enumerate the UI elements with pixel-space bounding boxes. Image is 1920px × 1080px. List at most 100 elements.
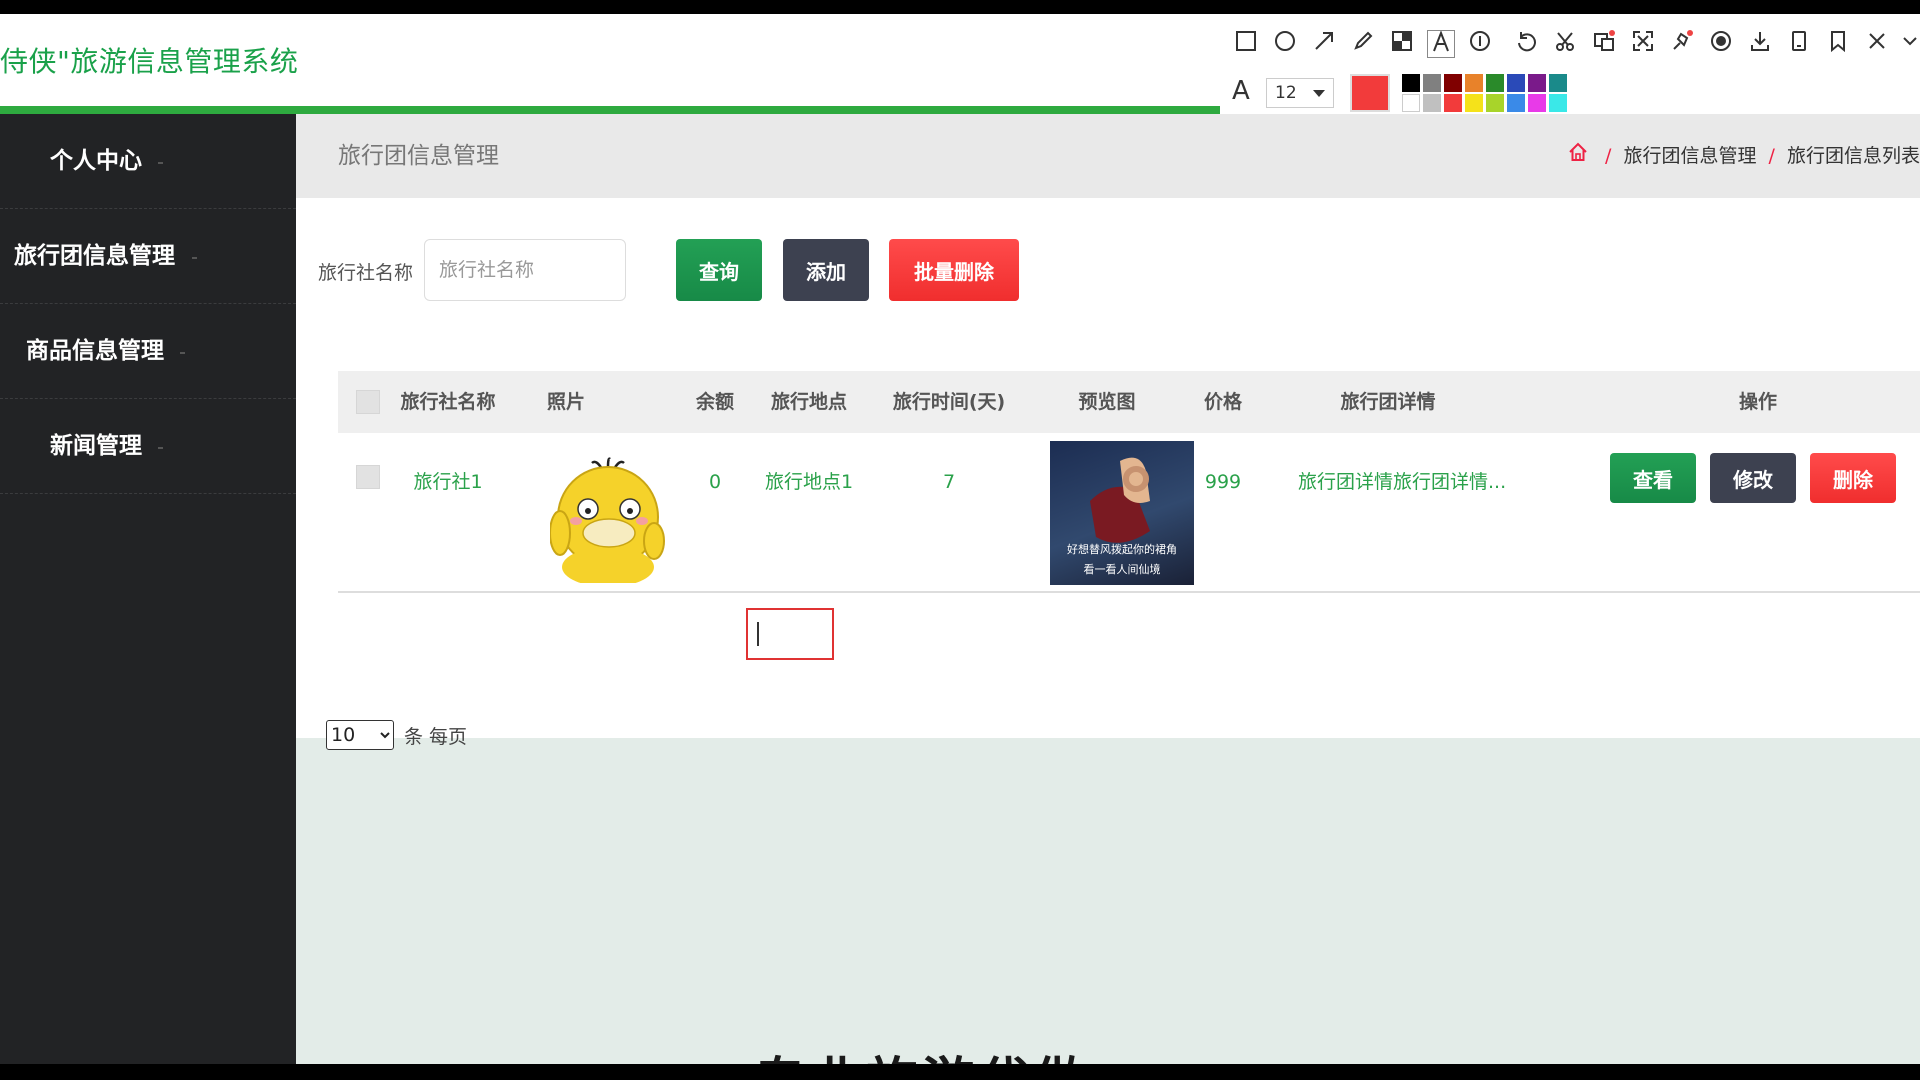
- color-swatch[interactable]: [1465, 74, 1483, 92]
- font-size-icon: A: [1232, 76, 1250, 106]
- color-swatch[interactable]: [1486, 74, 1504, 92]
- color-swatch[interactable]: [1549, 94, 1567, 112]
- row-checkbox[interactable]: [356, 465, 380, 489]
- table-header: 旅行社名称 照片 余额 旅行地点 旅行时间(天) 预览图 价格 旅行团详情 操作: [338, 371, 1920, 433]
- sidebar-item-label: 商品信息管理: [26, 338, 164, 364]
- days-value: 7: [942, 471, 956, 493]
- mosaic-tool-icon[interactable]: [1388, 30, 1416, 58]
- rectangle-tool-icon[interactable]: [1232, 30, 1260, 58]
- chevron-down-icon: [1313, 90, 1325, 97]
- details-value: 旅行团详情旅行团详情...: [1298, 471, 1507, 493]
- color-swatch[interactable]: [1507, 94, 1525, 112]
- pin-icon[interactable]: [1668, 30, 1696, 58]
- screenshot-toolbar: A 12: [1220, 14, 1920, 114]
- location-value: 旅行地点1: [764, 471, 854, 493]
- color-swatch[interactable]: [1528, 74, 1546, 92]
- color-swatch[interactable]: [1549, 74, 1567, 92]
- bookmark-icon[interactable]: [1824, 30, 1852, 58]
- page-title: 旅行团信息管理: [338, 143, 499, 169]
- batch-delete-button[interactable]: 批量删除: [889, 239, 1019, 301]
- column-header: 旅行时间(天): [892, 391, 1006, 413]
- column-header: 旅行社名称: [400, 391, 496, 413]
- page-size-select[interactable]: 10: [326, 720, 394, 750]
- color-swatch[interactable]: [1444, 94, 1462, 112]
- agency-name[interactable]: 旅行社1: [388, 469, 508, 495]
- select-all-checkbox[interactable]: [356, 390, 380, 414]
- add-button[interactable]: 添加: [783, 239, 869, 301]
- column-header: 旅行地点: [770, 391, 847, 413]
- preview-image: 好想替风拨起你的裙角 看一看人间仙境: [1050, 441, 1194, 585]
- sidebar-item-label: 旅行团信息管理: [14, 243, 175, 269]
- sidebar-item-personal-center[interactable]: 个人中心: [0, 114, 296, 209]
- column-header: 预览图: [1078, 391, 1136, 413]
- breadcrumb-separator: /: [1605, 145, 1612, 167]
- preview-caption: 好想替风拨起你的裙角: [1067, 543, 1177, 556]
- phone-icon[interactable]: [1785, 30, 1813, 58]
- annotation-text-box[interactable]: [746, 608, 834, 660]
- sidebar-item-goods-management[interactable]: 商品信息管理: [0, 304, 296, 399]
- color-swatch[interactable]: [1507, 74, 1525, 92]
- record-icon[interactable]: [1707, 30, 1735, 58]
- translate-icon[interactable]: [1590, 30, 1618, 58]
- app-title: 侍侠"旅游信息管理系统: [0, 45, 299, 78]
- close-icon[interactable]: [1863, 30, 1891, 58]
- sidebar-item-news-management[interactable]: 新闻管理: [0, 399, 296, 494]
- color-swatch[interactable]: [1402, 74, 1420, 92]
- arrow-tool-icon[interactable]: [1310, 30, 1338, 58]
- menu-indicator-icon: [192, 257, 197, 259]
- query-button[interactable]: 查询: [676, 239, 762, 301]
- column-header: 余额: [695, 391, 734, 413]
- top-letterbox: [0, 0, 1920, 14]
- sidebar-item-label: 个人中心: [50, 148, 142, 174]
- download-icon[interactable]: [1746, 30, 1774, 58]
- breadcrumb: / 旅行团信息管理 / 旅行团信息列表: [1567, 114, 1920, 199]
- color-swatch[interactable]: [1486, 94, 1504, 112]
- search-label: 旅行社名称: [318, 262, 414, 284]
- home-icon[interactable]: [1567, 115, 1589, 199]
- page-size-unit: 条 每页: [404, 726, 468, 748]
- font-size-select[interactable]: 12: [1266, 78, 1334, 108]
- breadcrumb-separator: /: [1768, 145, 1775, 167]
- sidebar-item-label: 新闻管理: [50, 433, 142, 459]
- menu-indicator-icon: [180, 352, 185, 354]
- edit-button[interactable]: 修改: [1710, 453, 1796, 503]
- menu-indicator-icon: [158, 447, 163, 449]
- breadcrumb-item-current: 旅行团信息列表: [1786, 145, 1920, 167]
- pen-tool-icon[interactable]: [1349, 30, 1377, 58]
- text-tool-icon[interactable]: [1427, 30, 1455, 58]
- preview-caption: 看一看人间仙境: [1083, 563, 1161, 576]
- column-header: 照片: [546, 391, 585, 413]
- color-swatch[interactable]: [1402, 94, 1420, 112]
- color-swatch[interactable]: [1465, 94, 1483, 112]
- text-cursor: [757, 622, 759, 646]
- sidebar-item-tour-group-management[interactable]: 旅行团信息管理: [0, 209, 296, 304]
- duck-photo: [549, 455, 670, 587]
- sidebar: 个人中心 旅行团信息管理 商品信息管理 新闻管理: [0, 114, 296, 1064]
- column-header: 价格: [1203, 391, 1242, 413]
- table-row: 旅行社1 0 旅行地点1 7 好想替风拨起你的裙角 看一看人间仙境 999 旅行…: [338, 433, 1920, 593]
- cut-icon[interactable]: [1551, 30, 1579, 58]
- number-marker-icon[interactable]: [1466, 30, 1494, 58]
- chevron-down-icon[interactable]: [1896, 30, 1920, 58]
- undo-icon[interactable]: [1512, 30, 1540, 58]
- delete-button[interactable]: 删除: [1810, 453, 1896, 503]
- column-header: 操作: [1738, 391, 1777, 413]
- balance-value: 0: [708, 471, 722, 493]
- bottom-letterbox: [0, 1064, 1920, 1080]
- price-value: 999: [1204, 471, 1242, 493]
- menu-indicator-icon: [158, 162, 163, 164]
- current-color-swatch[interactable]: [1350, 74, 1390, 112]
- main-area: 旅行团信息管理 / 旅行团信息管理 / 旅行团信息列表 旅行社名称 查询 添加 …: [296, 114, 1920, 1064]
- page-header: 旅行团信息管理 / 旅行团信息管理 / 旅行团信息列表: [296, 114, 1920, 198]
- content-panel: 旅行社名称 查询 添加 批量删除 旅行社名称 照片 余额 旅行地点 旅行时间(天…: [296, 198, 1920, 750]
- screen: 侍侠"旅游信息管理系统 个人中心 旅行团信息管理 商品信息管理 新闻管理 旅行团…: [0, 0, 1920, 1080]
- color-swatch[interactable]: [1444, 74, 1462, 92]
- ellipse-tool-icon[interactable]: [1271, 30, 1299, 58]
- view-button[interactable]: 查看: [1610, 453, 1696, 503]
- color-swatch[interactable]: [1423, 94, 1441, 112]
- agency-search-input[interactable]: [424, 239, 626, 301]
- expand-icon[interactable]: [1629, 30, 1657, 58]
- breadcrumb-item[interactable]: 旅行团信息管理: [1623, 145, 1756, 167]
- color-swatch[interactable]: [1528, 94, 1546, 112]
- color-swatch[interactable]: [1423, 74, 1441, 92]
